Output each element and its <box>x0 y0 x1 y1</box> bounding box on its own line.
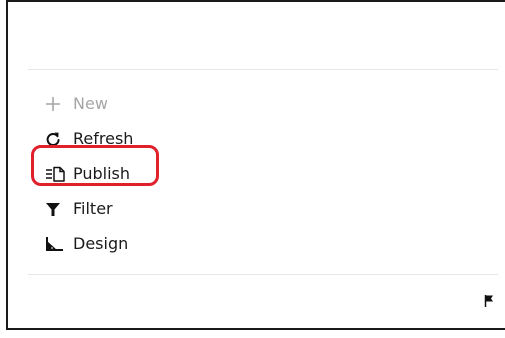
context-menu: New Refresh Publish Filter Design <box>45 86 245 261</box>
menu-item-label: Refresh <box>73 128 134 148</box>
menu-item-label: Design <box>73 233 129 253</box>
divider-top <box>28 69 498 70</box>
menu-item-publish[interactable]: Publish <box>45 156 245 191</box>
publish-icon <box>45 163 73 185</box>
refresh-icon <box>45 128 73 150</box>
menu-item-label: Publish <box>73 163 131 183</box>
divider-bottom <box>28 274 498 275</box>
menu-item-label: New <box>73 93 108 113</box>
menu-item-new[interactable]: New <box>45 86 245 121</box>
filter-icon <box>45 198 73 220</box>
menu-item-refresh[interactable]: Refresh <box>45 121 245 156</box>
plus-icon <box>45 93 73 115</box>
flag-icon[interactable] <box>484 293 496 307</box>
menu-item-filter[interactable]: Filter <box>45 191 245 226</box>
menu-item-design[interactable]: Design <box>45 226 245 261</box>
menu-item-label: Filter <box>73 198 113 218</box>
design-icon <box>45 233 73 255</box>
